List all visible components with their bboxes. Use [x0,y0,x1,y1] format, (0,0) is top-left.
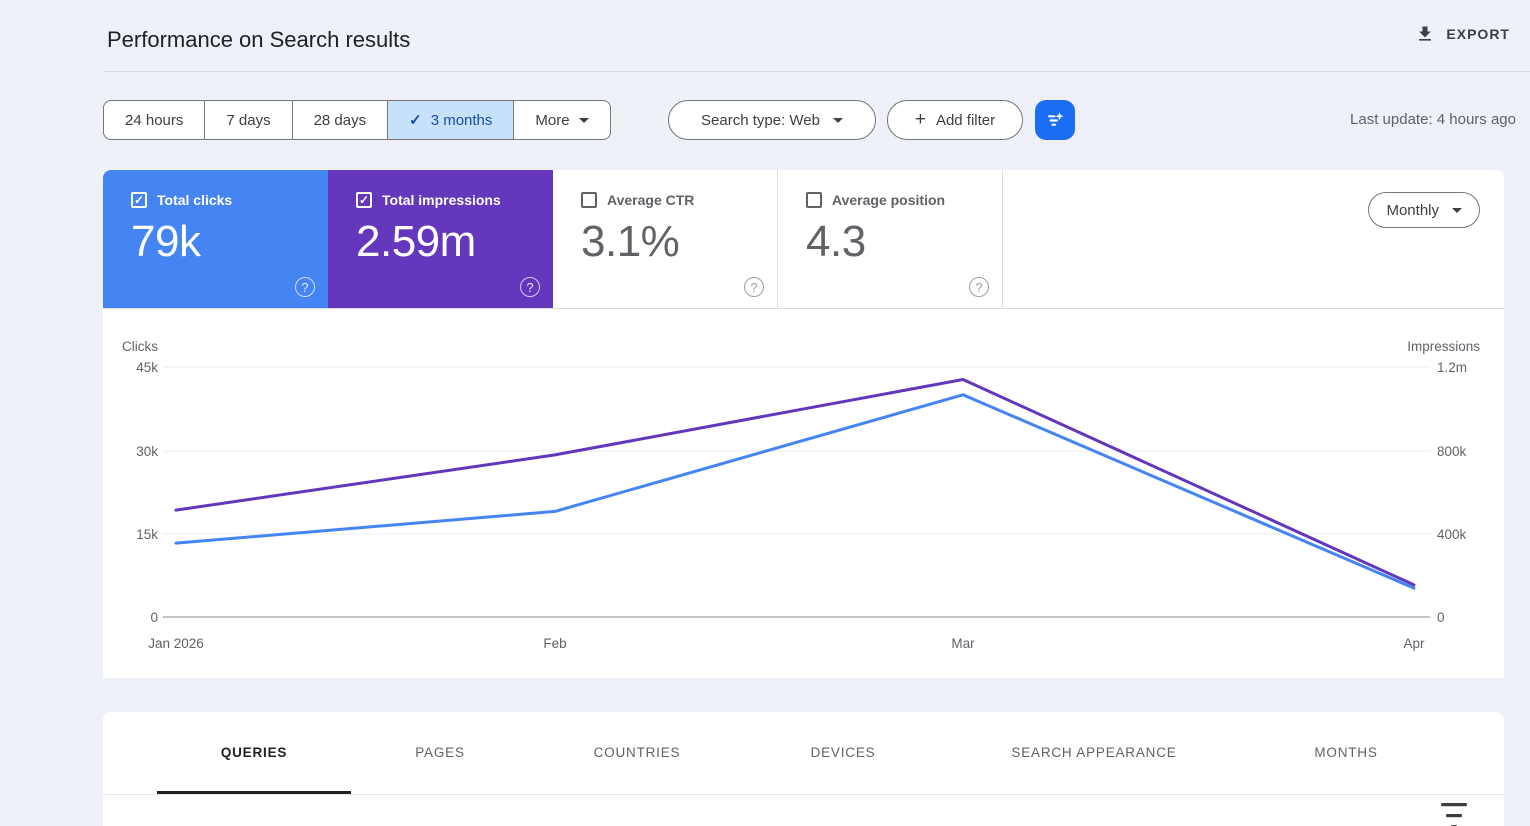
card-label: Average position [832,192,945,208]
help-icon[interactable]: ? [969,277,989,297]
x-tick: Mar [951,636,975,651]
right-tick: 400k [1437,527,1467,542]
help-icon[interactable]: ? [744,277,764,297]
right-tick: 800k [1437,444,1467,459]
help-icon[interactable]: ? [520,277,540,297]
left-tick: 30k [136,444,158,459]
active-tab-indicator [157,791,351,794]
chevron-down-icon [1452,208,1462,213]
add-filter-button[interactable]: + Add filter [887,100,1023,140]
card-label: Total impressions [382,192,501,208]
x-tick: Jan 2026 [148,636,204,651]
range-3-months[interactable]: ✓ 3 months [387,101,513,139]
checkbox-unchecked-icon[interactable] [806,192,822,208]
left-tick: 0 [150,610,158,625]
card-value: 4.3 [806,217,1002,267]
range-24-hours[interactable]: 24 hours [104,101,204,139]
date-range-group: 24 hours 7 days 28 days ✓ 3 months More [103,100,611,140]
checkbox-checked-icon[interactable]: ✓ [131,192,147,208]
range-28-days[interactable]: 28 days [292,101,388,139]
card-value: 3.1% [581,217,777,267]
help-icon[interactable]: ? [295,277,315,297]
right-tick: 0 [1437,610,1445,625]
left-axis-title: Clicks [122,339,158,354]
filter-list-icon[interactable] [1440,803,1468,826]
right-axis-title: Impressions [1407,339,1480,354]
clicks-line [176,395,1414,588]
card-value: 79k [131,217,328,267]
average-ctr-card[interactable]: Average CTR 3.1% ? [553,170,778,308]
performance-line-chart: Clicks Impressions 45k 30k 15k 0 1.2m 80… [103,330,1504,670]
filter-sparkle-icon [1044,109,1066,131]
dimension-tabs: QUERIES PAGES COUNTRIES DEVICES SEARCH A… [103,712,1504,795]
download-icon [1415,24,1435,44]
export-label: EXPORT [1446,26,1510,42]
granularity-dropdown[interactable]: Monthly [1368,192,1480,228]
table-toolbar [103,795,1504,826]
export-button[interactable]: EXPORT [1415,24,1510,44]
tab-search-appearance[interactable]: SEARCH APPEARANCE [1011,745,1176,760]
chevron-down-icon [833,118,843,123]
plus-icon: + [915,109,926,131]
x-tick: Apr [1403,636,1425,651]
smart-filter-button[interactable] [1035,100,1075,140]
total-impressions-card[interactable]: ✓ Total impressions 2.59m ? [328,170,553,308]
left-tick: 15k [136,527,158,542]
card-label: Total clicks [157,192,232,208]
performance-page: Performance on Search results EXPORT 24 … [0,0,1530,826]
search-type-dropdown[interactable]: Search type: Web [668,100,876,140]
tab-countries[interactable]: COUNTRIES [594,745,681,760]
header-divider [103,71,1530,72]
chevron-down-icon [579,118,589,123]
tab-devices[interactable]: DEVICES [811,745,876,760]
checkbox-unchecked-icon[interactable] [581,192,597,208]
check-icon: ✓ [409,111,422,129]
checkbox-checked-icon[interactable]: ✓ [356,192,372,208]
page-title: Performance on Search results [107,27,410,53]
impressions-line [176,380,1414,585]
range-7-days[interactable]: 7 days [204,101,291,139]
dimensions-table-panel: QUERIES PAGES COUNTRIES DEVICES SEARCH A… [103,712,1504,826]
left-tick: 45k [136,360,158,375]
metric-cards: ✓ Total clicks 79k ? ✓ Total impressions… [103,170,1504,309]
right-tick: 1.2m [1437,360,1467,375]
last-update-text: Last update: 4 hours ago [1350,111,1516,128]
average-position-card[interactable]: Average position 4.3 ? [778,170,1003,308]
tab-months[interactable]: MONTHS [1314,745,1377,760]
chart-panel: ✓ Total clicks 79k ? ✓ Total impressions… [103,170,1504,678]
x-tick: Feb [543,636,566,651]
card-label: Average CTR [607,192,694,208]
card-value: 2.59m [356,217,553,267]
total-clicks-card[interactable]: ✓ Total clicks 79k ? [103,170,328,308]
range-more[interactable]: More [513,101,609,139]
tab-pages[interactable]: PAGES [415,745,465,760]
tab-queries[interactable]: QUERIES [221,745,287,760]
